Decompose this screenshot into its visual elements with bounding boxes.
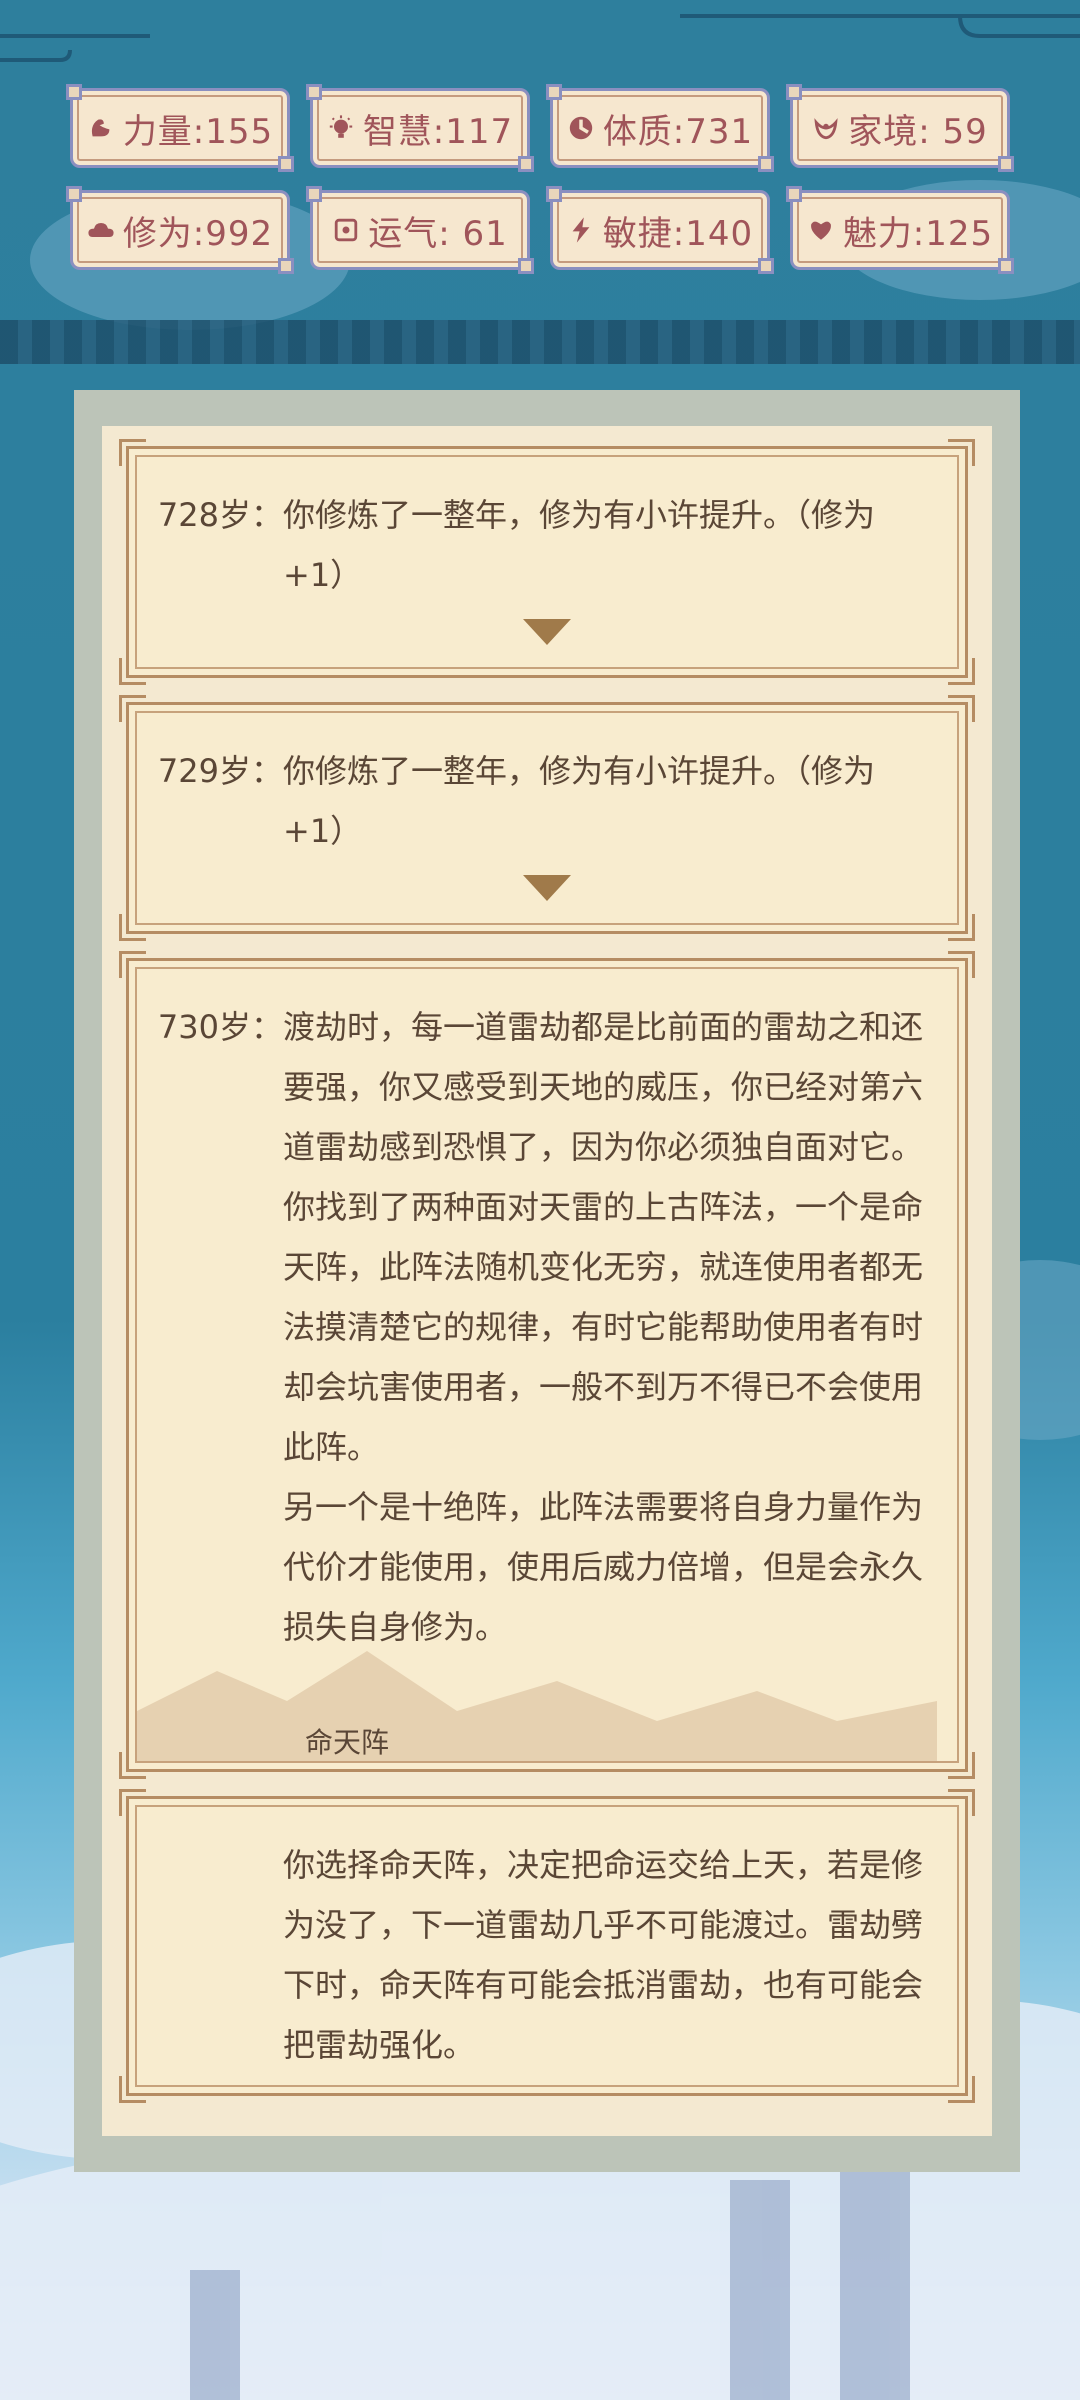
family-icon: [814, 118, 838, 140]
log-text: 你修炼了一整年，修为有小许提升。（修为+1）: [283, 752, 876, 850]
stat-constitution: 体质:731: [546, 84, 774, 172]
log-entry: 你选择命天阵，决定把命运交给上天，若是修为没了，下一道雷劫几乎不可能渡过。雷劫劈…: [155, 1835, 935, 2075]
stat-cultivation-label: 修为:992: [122, 213, 274, 254]
log-card-729: 729岁： 你修炼了一整年，修为有小许提升。（修为+1）: [119, 695, 975, 941]
stat-strength-label: 力量:155: [122, 111, 274, 152]
log-card-result: 你选择命天阵，决定把命运交给上天，若是修为没了，下一道雷劫几乎不可能渡过。雷劫劈…: [119, 1789, 975, 2103]
stat-charm-label: 魅力:125: [842, 213, 994, 254]
lightning-icon: [572, 217, 590, 243]
life-log-scroll[interactable]: 728岁： 你修炼了一整年，修为有小许提升。（修为+1） 729岁： 你修炼了一…: [102, 426, 992, 2136]
heart-icon: [810, 221, 831, 240]
log-text: 你选择命天阵，决定把命运交给上天，若是修为没了，下一道雷劫几乎不可能渡过。雷劫劈…: [283, 1846, 924, 2064]
log-card-730: 730岁： 渡劫时，每一道雷劫都是比前面的雷劫之和还要强，你又感受到天地的威压，…: [119, 951, 975, 1779]
log-entry: 729岁： 你修炼了一整年，修为有小许提升。（修为+1）: [155, 741, 935, 861]
log-card-728: 728岁： 你修炼了一整年，修为有小许提升。（修为+1）: [119, 439, 975, 685]
cloud-icon: [88, 223, 114, 237]
stat-charm: 魅力:125: [786, 186, 1014, 274]
stat-agility: 敏捷:140: [546, 186, 774, 274]
stat-wisdom-label: 智慧:117: [362, 111, 514, 152]
log-text: 另一个是十绝阵，此阵法需要将自身力量作为代价才能使用，使用后威力倍增，但是会永久…: [283, 1488, 924, 1646]
log-age: [155, 1835, 283, 2075]
body-icon: [569, 116, 593, 140]
choice-label[interactable]: 命天阵: [305, 1721, 389, 1761]
log-age: 730岁：: [157, 1008, 283, 1046]
log-entry: 728岁： 你修炼了一整年，修为有小许提升。（修为+1）: [155, 485, 935, 605]
expand-arrow-icon[interactable]: [523, 619, 571, 645]
stat-constitution-label: 体质:731: [602, 111, 754, 152]
log-age: 729岁：: [157, 752, 283, 790]
stat-agility-label: 敏捷:140: [602, 213, 754, 254]
stat-family-label: 家境: 59: [848, 111, 988, 152]
expand-arrow-icon[interactable]: [523, 875, 571, 901]
log-age: 728岁：: [157, 496, 283, 534]
log-entry: 730岁： 渡劫时，每一道雷劫都是比前面的雷劫之和还要强，你又感受到天地的威压，…: [155, 997, 935, 1657]
stats-grid: 力量:155 智慧:117 体质:731 家境: 59 修为:992 运气: 6…: [66, 84, 1014, 274]
stat-wisdom: 智慧:117: [306, 84, 534, 172]
lightbulb-icon: [329, 115, 353, 138]
stat-luck: 运气: 61: [306, 186, 534, 274]
log-text: 渡劫时，每一道雷劫都是比前面的雷劫之和还要强，你又感受到天地的威压，你已经对第六…: [283, 1008, 924, 1166]
divider-band: [0, 320, 1080, 364]
log-text: 你找到了两种面对天雷的上古阵法，一个是命天阵，此阵法随机变化无穷，就连使用者都无…: [283, 1188, 924, 1466]
life-log-panel: 728岁： 你修炼了一整年，修为有小许提升。（修为+1） 729岁： 你修炼了一…: [74, 390, 1020, 2172]
log-text: 你修炼了一整年，修为有小许提升。（修为+1）: [283, 496, 876, 594]
stat-family: 家境: 59: [786, 84, 1014, 172]
stat-luck-label: 运气: 61: [368, 213, 508, 254]
muscle-icon: [91, 119, 110, 137]
stat-strength: 力量:155: [66, 84, 294, 172]
luck-icon: [335, 218, 358, 242]
stat-cultivation: 修为:992: [66, 186, 294, 274]
